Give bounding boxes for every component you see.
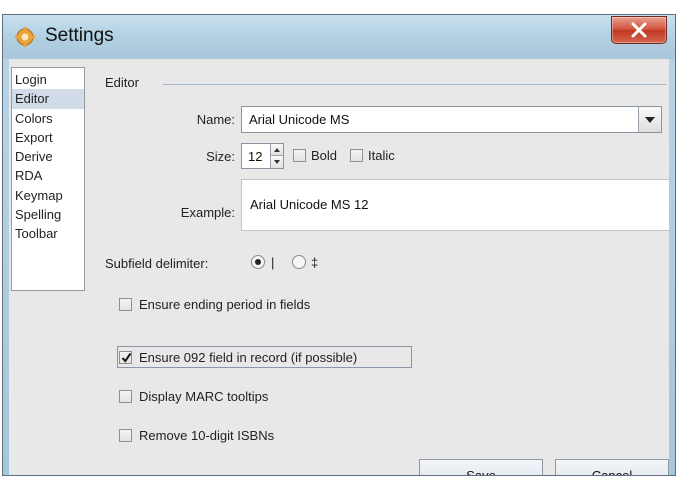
save-button[interactable]: Save bbox=[419, 459, 543, 475]
font-size-spinner[interactable]: 12 bbox=[241, 143, 284, 169]
ending-period-label[interactable]: Ensure ending period in fields bbox=[139, 297, 310, 312]
category-list[interactable]: Login Editor Colors Export Derive RDA Ke… bbox=[11, 67, 85, 291]
spinner-down-button[interactable] bbox=[270, 156, 283, 168]
remove-isbn-label[interactable]: Remove 10-digit ISBNs bbox=[139, 428, 274, 443]
group-divider bbox=[163, 84, 666, 85]
dropdown-arrow-button[interactable] bbox=[638, 107, 661, 132]
bold-checkbox[interactable] bbox=[293, 149, 306, 162]
ensure-092-checkbox[interactable] bbox=[119, 351, 132, 364]
subfield-delimiter-label: Subfield delimiter: bbox=[105, 256, 209, 271]
font-name-value: Arial Unicode MS bbox=[249, 112, 350, 127]
nav-item-derive[interactable]: Derive bbox=[12, 147, 84, 166]
title-bar[interactable]: Settings bbox=[3, 15, 675, 59]
size-label: Size: bbox=[206, 149, 235, 164]
spinner-up-button[interactable] bbox=[270, 144, 283, 156]
chevron-down-icon bbox=[274, 160, 280, 164]
nav-item-spelling[interactable]: Spelling bbox=[12, 205, 84, 224]
bold-label[interactable]: Bold bbox=[311, 148, 337, 163]
nav-item-export[interactable]: Export bbox=[12, 128, 84, 147]
editor-group-label: Editor bbox=[105, 75, 139, 90]
window-title: Settings bbox=[45, 25, 114, 46]
italic-label[interactable]: Italic bbox=[368, 148, 395, 163]
radio-selected-dot bbox=[255, 259, 261, 265]
remove-isbn-checkbox[interactable] bbox=[119, 429, 132, 442]
font-name-label: Name: bbox=[196, 112, 235, 127]
font-size-value: 12 bbox=[248, 149, 263, 164]
marc-tooltips-label[interactable]: Display MARC tooltips bbox=[139, 389, 268, 404]
nav-item-editor[interactable]: Editor bbox=[12, 89, 84, 109]
italic-checkbox[interactable] bbox=[350, 149, 363, 162]
subfield-radio-double-dagger[interactable] bbox=[292, 255, 306, 269]
chevron-up-icon bbox=[274, 148, 280, 152]
example-label: Example: bbox=[180, 205, 235, 220]
nav-item-toolbar[interactable]: Toolbar bbox=[12, 224, 84, 243]
marc-tooltips-checkbox[interactable] bbox=[119, 390, 132, 403]
font-name-select[interactable]: Arial Unicode MS bbox=[241, 106, 662, 133]
subfield-radio-pipe[interactable] bbox=[251, 255, 265, 269]
chevron-down-icon bbox=[645, 117, 655, 123]
ensure-092-label[interactable]: Ensure 092 field in record (if possible) bbox=[139, 350, 357, 365]
close-button[interactable] bbox=[611, 16, 667, 44]
nav-item-colors[interactable]: Colors bbox=[12, 109, 84, 128]
settings-panel: Login Editor Colors Export Derive RDA Ke… bbox=[9, 59, 670, 475]
subfield-option-double-dagger[interactable]: ‡ bbox=[311, 255, 318, 270]
font-example-preview: Arial Unicode MS 12 bbox=[241, 179, 670, 231]
close-icon bbox=[631, 22, 647, 38]
example-text: Arial Unicode MS 12 bbox=[250, 197, 369, 212]
cancel-button[interactable]: Cancel bbox=[555, 459, 669, 475]
subfield-option-pipe[interactable]: | bbox=[271, 255, 274, 270]
nav-item-login[interactable]: Login bbox=[12, 70, 84, 89]
ending-period-checkbox[interactable] bbox=[119, 298, 132, 311]
checkmark-icon bbox=[121, 352, 132, 363]
nav-item-rda[interactable]: RDA bbox=[12, 166, 84, 185]
settings-window: Settings Login Editor Colors Export Deri… bbox=[2, 14, 676, 476]
nav-item-keymap[interactable]: Keymap bbox=[12, 186, 84, 205]
settings-app-icon bbox=[14, 26, 36, 48]
